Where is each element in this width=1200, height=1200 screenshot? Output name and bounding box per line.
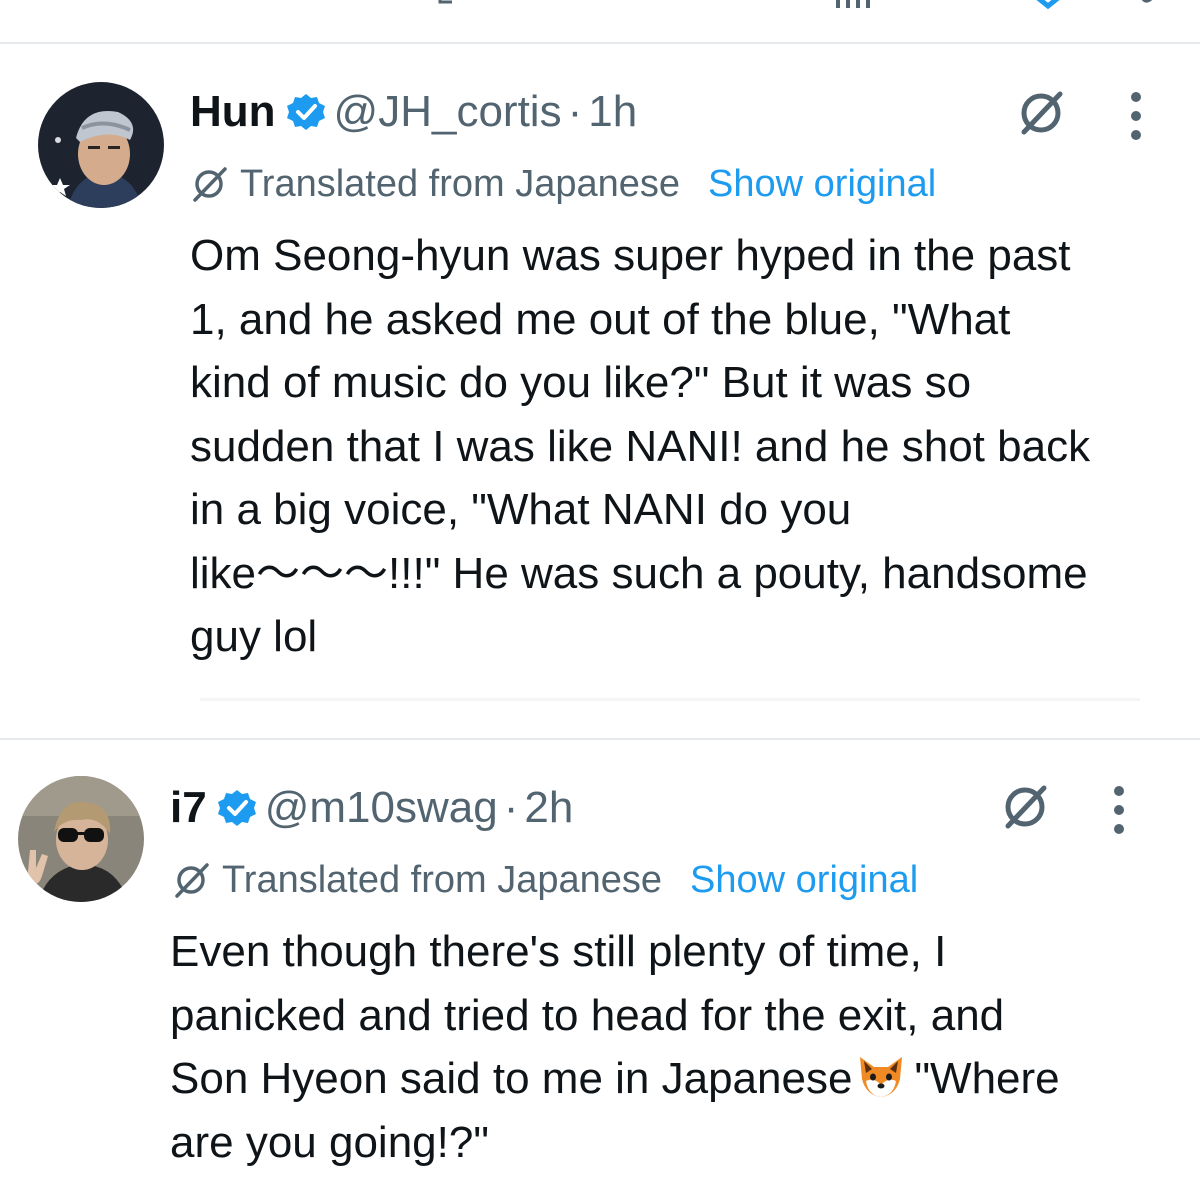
tweet-text-line: "Where [914,1054,1060,1103]
more-options-icon[interactable] [1129,92,1143,140]
tweet[interactable]: i7 @m10swag · 2h Translated from Japanes… [0,742,1200,1200]
avatar[interactable] [38,82,164,208]
verified-badge-icon[interactable] [217,788,257,828]
display-name[interactable]: i7 [170,782,207,834]
avatar[interactable] [18,776,144,902]
tweet-header: Hun @JH_cortis · 1h [190,86,637,138]
tweet-text-line: like〜〜〜!!!" He was such a pouty, handsom… [190,548,1088,598]
tweet-text-line: Om Seong-hyun was super hyped in the pas… [190,231,1071,280]
display-name[interactable]: Hun [190,86,276,138]
hidden-action-bar [200,698,1140,701]
tweet-text-line: in a big voice, "What NANI do you [190,485,852,534]
show-original-link[interactable]: Show original [708,162,936,206]
handle[interactable]: @JH_cortis [334,86,562,138]
tweet-text-line: panicked and tried to head for the exit,… [170,990,1005,1040]
tweet-text-line: Son Hyeon said to me in Japanese [170,1054,853,1103]
like-icon[interactable] [624,0,654,10]
translate-icon [193,167,227,202]
verified-badge-icon[interactable] [286,92,326,132]
separator-dot: · [503,783,519,832]
translation-notice: Translated from Japanese Show original [190,162,936,206]
tweet-text-line: sudden that I was like NANI! and he shot… [190,421,1091,471]
translated-label: Translated from Japanese [222,859,663,901]
tweet-text: Om Seong-hyun was super hyped in the pas… [190,224,1090,669]
reply-icon[interactable] [196,0,226,10]
tweet-text-line: Even though there's still plenty of time… [170,927,947,976]
views-icon[interactable] [834,0,874,10]
translation-notice: Translated from Japanese Show original [172,858,918,902]
tweet-text-line: are you going!?" [170,1117,489,1167]
tweet-text-line: 1, and he asked me out of the blue, "Wha… [190,294,1011,344]
translate-icon [175,863,209,898]
grok-icon[interactable] [1000,782,1050,832]
previous-tweet-action-bar [0,0,1200,44]
timestamp[interactable]: 1h [588,86,637,138]
separator-dot: · [567,87,583,136]
handle[interactable]: @m10swag [265,782,498,834]
timestamp[interactable]: 2h [524,782,573,834]
tweet-text-line: kind of music do you like?" But it was s… [190,358,972,407]
share-icon[interactable] [1132,0,1162,10]
tweet-header: i7 @m10swag · 2h [170,782,573,834]
show-original-link[interactable]: Show original [690,858,918,902]
fox-face-emoji [856,1053,906,1099]
tweet-text-line: guy lol [190,612,318,661]
tweet-text: Even though there's still plenty of time… [170,920,1060,1174]
tweet[interactable]: Hun @JH_cortis · 1h Translated from Japa… [0,46,1200,740]
grok-icon[interactable] [1016,88,1066,138]
translated-label: Translated from Japanese [240,163,681,205]
retweet-icon[interactable] [436,0,466,10]
bookmark-icon[interactable] [1024,0,1072,10]
more-options-icon[interactable] [1112,786,1126,834]
